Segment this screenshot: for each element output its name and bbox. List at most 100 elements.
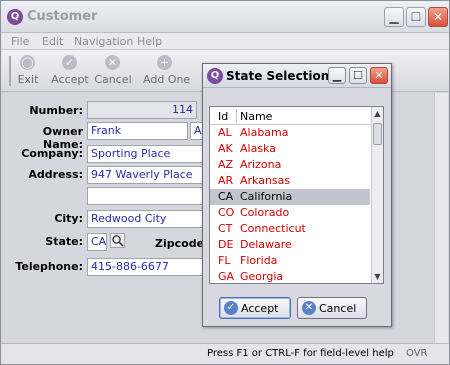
minimize-button[interactable]: ▁ — [384, 7, 404, 27]
add-icon: + — [157, 55, 172, 70]
accept-button[interactable]: ✓ Accept — [219, 297, 291, 319]
minimize-icon: ▁ — [332, 69, 342, 82]
state-list[interactable]: Id Name AL Alabama AK Alaska AZ Arizona AR Arka… — [209, 106, 384, 284]
accept-label: Accept — [51, 73, 89, 86]
maximize-button[interactable]: ☐ — [406, 7, 426, 27]
telephone-label-cell: Telephone: — [1, 260, 83, 276]
state-name: Alaska — [240, 142, 276, 155]
address-line2-field[interactable] — [87, 187, 204, 205]
address-line1-field[interactable]: 947 Waverly Place — [87, 166, 204, 184]
state-id: CO — [218, 206, 235, 219]
cancel-label: Cancel — [94, 73, 132, 86]
list-item[interactable]: GA Georgia — [210, 269, 370, 283]
close-button[interactable]: ✕ — [428, 7, 448, 27]
add-one-label: Add One — [143, 73, 191, 86]
dialog-close-button[interactable]: ✕ — [370, 67, 388, 84]
list-item[interactable]: CA California — [210, 189, 370, 205]
status-bar: Press F1 or CTRL-F for field-level help … — [1, 343, 449, 364]
menu-edit[interactable]: Edit — [42, 35, 63, 48]
city-field[interactable]: Redwood City — [87, 210, 204, 228]
menu-bar: File Edit Navigation Help — [1, 33, 449, 50]
list-item[interactable]: FL Florida — [210, 253, 370, 269]
scroll-thumb[interactable] — [373, 123, 382, 145]
exit-label: Exit — [17, 73, 39, 86]
column-header-name[interactable]: Name — [240, 110, 272, 123]
company-label-cell: Company: — [1, 147, 83, 163]
state-id: GA — [218, 270, 235, 283]
menu-file[interactable]: File — [11, 35, 29, 48]
number-label: Number: — [29, 104, 83, 117]
column-divider[interactable] — [236, 109, 237, 123]
cancel-toolbar-button[interactable]: ✕ Cancel — [91, 53, 135, 89]
magnifier-icon — [112, 235, 124, 247]
address-label: Address: — [28, 168, 83, 181]
cancel-button[interactable]: ✕ Cancel — [297, 297, 367, 319]
close-icon: ✕ — [374, 69, 384, 82]
list-item[interactable]: DE Delaware — [210, 237, 370, 253]
dialog-title-bar[interactable]: Q State Selection ▁ ☐ ✕ — [203, 64, 391, 88]
company-field[interactable]: Sporting Place — [87, 145, 204, 163]
city-label-cell: City: — [1, 212, 83, 228]
column-header-id[interactable]: Id — [218, 110, 228, 123]
dialog-minimize-button[interactable]: ▁ — [328, 67, 346, 84]
owner-first-name-field[interactable]: Frank — [87, 122, 188, 140]
check-icon: ✓ — [224, 301, 238, 315]
scroll-up-icon[interactable]: ▲ — [372, 107, 383, 120]
list-item[interactable]: AL Alabama — [210, 125, 370, 141]
state-id: DE — [218, 238, 234, 251]
state-selection-dialog: Q State Selection ▁ ☐ ✕ Id Name AL Alabam… — [202, 63, 392, 327]
state-lookup-button[interactable] — [110, 233, 125, 248]
state-id: CT — [218, 222, 233, 235]
maximize-icon: ☐ — [410, 10, 422, 24]
dialog-maximize-button[interactable]: ☐ — [349, 67, 367, 84]
menu-help[interactable]: Help — [137, 35, 162, 48]
cancel-icon: ✕ — [105, 55, 120, 70]
add-one-button[interactable]: + Add One — [143, 53, 191, 89]
state-name: California — [240, 190, 293, 203]
state-id: FL — [218, 254, 231, 267]
list-item[interactable]: CT Connecticut — [210, 221, 370, 237]
state-id: AR — [218, 174, 234, 187]
list-item[interactable]: AR Arkansas — [210, 173, 370, 189]
list-item[interactable]: AK Alaska — [210, 141, 370, 157]
state-id: AZ — [218, 158, 234, 171]
state-id: AL — [218, 126, 232, 139]
city-label: City: — [54, 212, 83, 225]
cancel-icon: ✕ — [302, 301, 316, 315]
state-id: CA — [218, 190, 234, 203]
status-mode: OVR — [406, 348, 428, 359]
telephone-field[interactable]: 415-886-6677 — [87, 258, 204, 276]
customer-window: Q Customer ▁ ☐ ✕ File Edit Navigation He… — [0, 0, 450, 365]
state-name: Georgia — [240, 270, 284, 283]
scroll-down-icon[interactable]: ▼ — [372, 270, 383, 283]
zipcode-label: Zipcode: — [155, 237, 209, 250]
q-logo-icon: Q — [207, 68, 223, 84]
list-scrollbar[interactable]: ▲ ▼ — [371, 107, 383, 283]
number-label-cell: Number: — [1, 104, 83, 120]
list-item[interactable]: AZ Arizona — [210, 157, 370, 173]
menu-navigation[interactable]: Navigation — [74, 35, 133, 48]
list-item[interactable]: CO Colorado — [210, 205, 370, 221]
state-name: Connecticut — [240, 222, 306, 235]
window-title: Customer — [27, 9, 98, 24]
minimize-icon: ▁ — [389, 10, 399, 24]
exit-button[interactable]: ◯ Exit — [6, 53, 50, 89]
maximize-icon: ☐ — [353, 69, 363, 82]
address-label-cell: Address: — [1, 168, 83, 184]
exit-icon: ◯ — [20, 55, 35, 70]
list-header: Id Name — [210, 107, 371, 125]
close-icon: ✕ — [432, 10, 444, 24]
accept-icon: ✓ — [62, 55, 77, 70]
q-logo-icon: Q — [7, 9, 23, 25]
state-name: Arizona — [240, 158, 282, 171]
number-field[interactable]: 114 — [87, 101, 197, 119]
dialog-title: State Selection — [226, 69, 330, 83]
form-scrollbar[interactable] — [434, 93, 448, 343]
company-label: Company: — [21, 147, 83, 160]
state-field[interactable]: CA — [87, 233, 107, 251]
state-id: AK — [218, 142, 233, 155]
telephone-label: Telephone: — [15, 260, 83, 273]
title-bar[interactable]: Q Customer ▁ ☐ ✕ — [1, 1, 449, 33]
state-name: Colorado — [240, 206, 290, 219]
accept-toolbar-button[interactable]: ✓ Accept — [48, 53, 92, 89]
